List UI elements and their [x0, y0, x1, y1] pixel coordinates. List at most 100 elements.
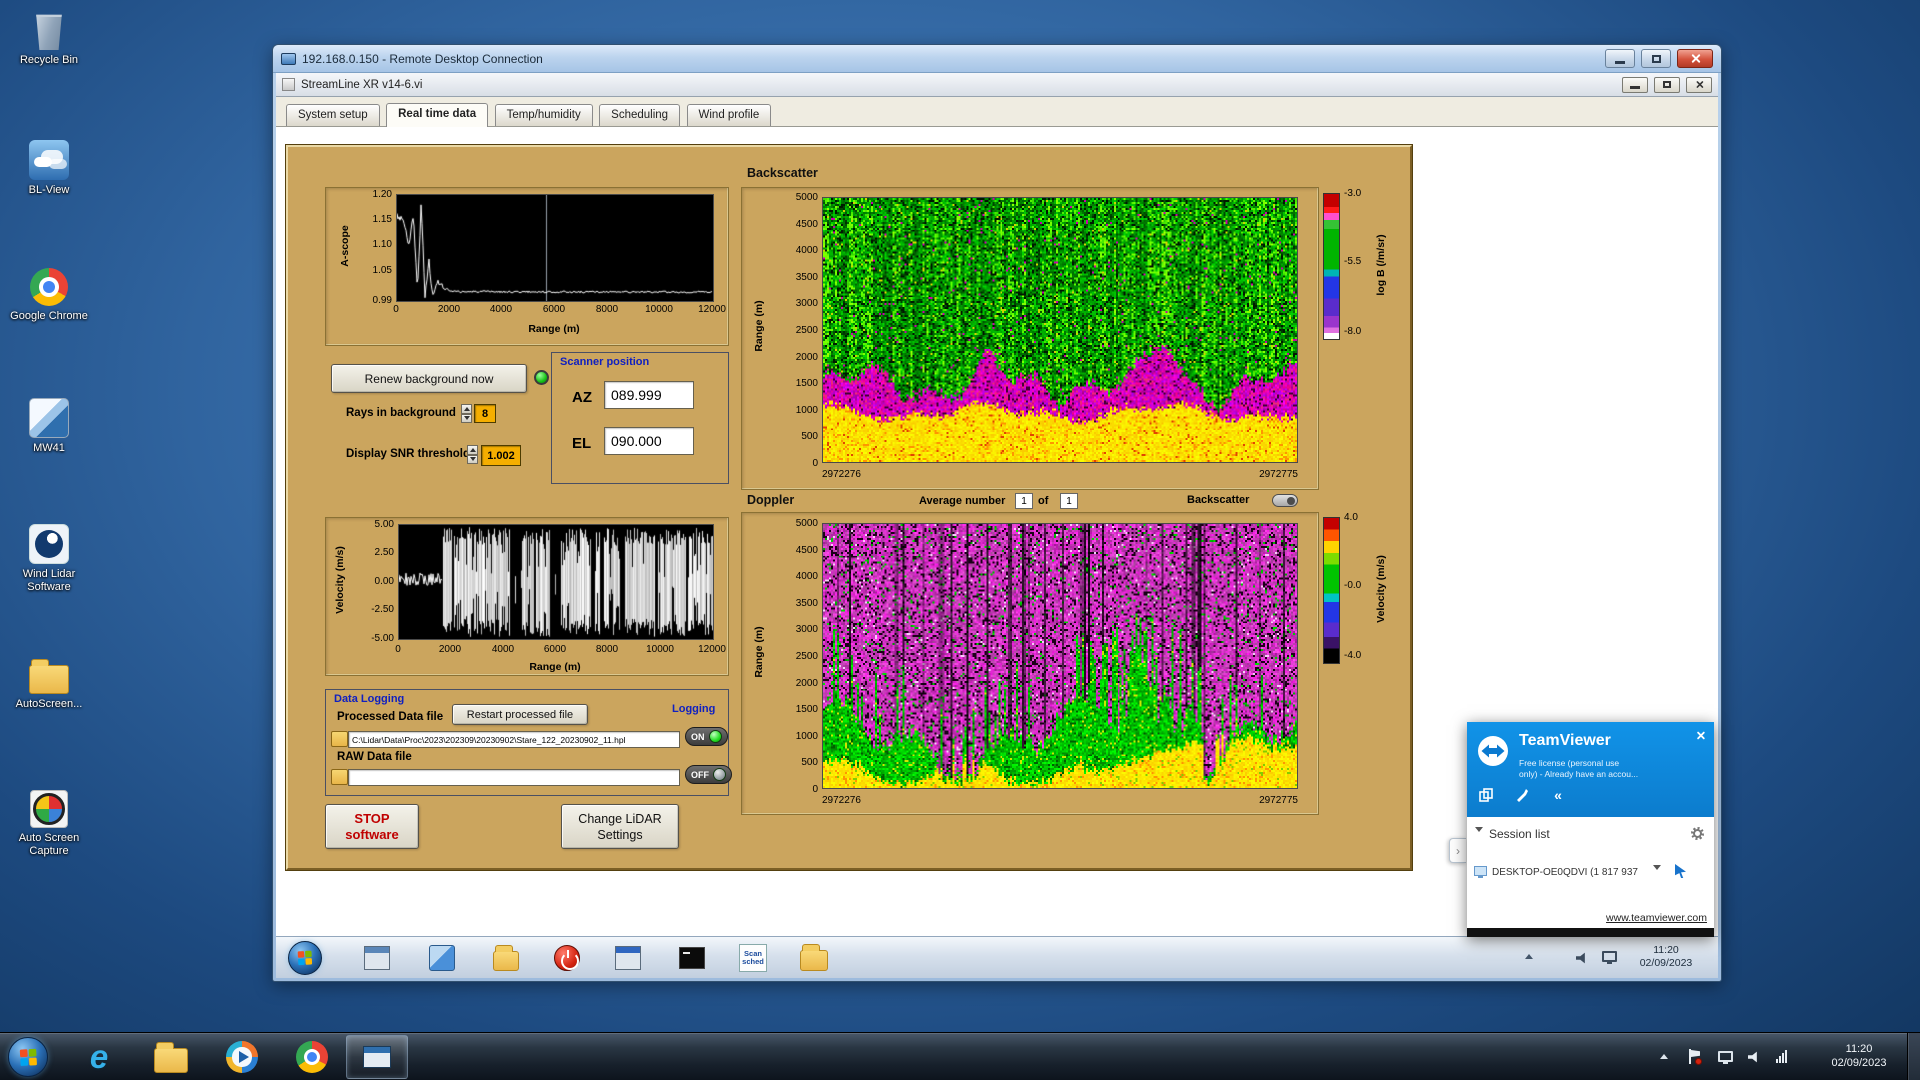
session-list-gear-icon[interactable]: [1691, 827, 1704, 840]
taskbar-clock[interactable]: 11:20 02/09/2023: [1816, 1042, 1902, 1070]
raw-logging-toggle[interactable]: OFF: [685, 765, 732, 784]
remote-clock-date: 02/09/2023: [1639, 957, 1693, 969]
desktop-icon-recycle-bin[interactable]: Recycle Bin: [2, 10, 96, 67]
average-total-field[interactable]: 1: [1060, 493, 1078, 509]
processed-path-browse-icon[interactable]: [331, 731, 348, 747]
backscatter-toggle[interactable]: [1272, 494, 1298, 507]
backscatter-colorbar-label: log B (/m/sr): [1375, 234, 1387, 296]
session-computer-row[interactable]: DESKTOP-OE0QDVI (1 817 937: [1467, 860, 1714, 888]
bs-x-start: 2972276: [822, 469, 861, 480]
off-label: OFF: [691, 769, 709, 780]
teamviewer-expand-tab[interactable]: ›: [1449, 838, 1466, 863]
app-close-button[interactable]: [1686, 76, 1712, 93]
start-button[interactable]: [8, 1037, 48, 1077]
raw-path-browse-icon[interactable]: [331, 769, 348, 785]
tab-real-time-data[interactable]: Real time data: [386, 103, 489, 127]
teamviewer-tools-icon[interactable]: [1511, 786, 1533, 804]
snr-threshold-label: Display SNR threshold: [346, 448, 470, 460]
teamviewer-sessions-icon[interactable]: [1475, 786, 1497, 804]
tab-temp-humidity[interactable]: Temp/humidity: [494, 104, 593, 126]
remote-display-icon[interactable]: [1602, 951, 1617, 964]
session-list-header[interactable]: Session list: [1489, 827, 1550, 841]
rays-value-field[interactable]: 8: [474, 404, 496, 423]
tray-expand-icon[interactable]: [1660, 1054, 1668, 1059]
minimize-button[interactable]: [1605, 49, 1635, 68]
backscatter-toggle-label: Backscatter: [1187, 494, 1250, 506]
remote-taskbar-folder-icon[interactable]: [491, 943, 521, 973]
app-restore-button[interactable]: [1654, 76, 1680, 93]
snr-spinner[interactable]: [467, 445, 478, 464]
stop-software-button[interactable]: STOP software: [325, 804, 419, 849]
az-value-field[interactable]: 089.999: [604, 381, 694, 409]
raw-path-field[interactable]: [348, 769, 680, 786]
tray-network-icon[interactable]: [1776, 1050, 1787, 1063]
backscatter-title: Backscatter: [747, 166, 818, 180]
media-player-icon: [226, 1041, 258, 1073]
remote-taskbar-explorer-icon[interactable]: [799, 943, 829, 973]
taskbar-ie-icon[interactable]: e: [76, 1037, 122, 1077]
teamviewer-link[interactable]: www.teamviewer.com: [1606, 912, 1707, 924]
remote-taskbar-system-icon[interactable]: [613, 943, 643, 973]
desktop-icon-label: Auto Screen Capture: [18, 832, 80, 857]
snr-value-field[interactable]: 1.002: [481, 445, 521, 466]
teamviewer-panel: TeamViewer Free license (personal use on…: [1467, 722, 1714, 937]
remote-taskbar-scan-sched-icon[interactable]: Scan sched: [738, 943, 768, 973]
desktop-icon-auto-screen-capture[interactable]: Auto Screen Capture: [2, 790, 96, 858]
app-minimize-button[interactable]: [1622, 76, 1648, 93]
recycle-bin-icon: [36, 14, 62, 50]
average-number-field[interactable]: 1: [1015, 493, 1033, 509]
el-value-field[interactable]: 090.000: [604, 427, 694, 455]
app-titlebar[interactable]: StreamLine XR v14-6.vi: [276, 73, 1718, 97]
rdp-titlebar[interactable]: 192.168.0.150 - Remote Desktop Connectio…: [273, 45, 1721, 73]
teamviewer-collapse-icon[interactable]: «: [1547, 786, 1569, 804]
tray-volume-icon[interactable]: [1748, 1051, 1761, 1063]
remote-taskbar-clock[interactable]: 11:20 02/09/2023: [1628, 944, 1704, 970]
remote-start-button[interactable]: [288, 941, 322, 975]
bs-ytick: 4000: [795, 245, 818, 256]
tray-display-icon[interactable]: [1718, 1051, 1733, 1064]
tray-flag-icon[interactable]: [1688, 1049, 1702, 1065]
remote-volume-icon[interactable]: [1576, 952, 1589, 964]
computer-dropdown-icon[interactable]: [1653, 865, 1661, 888]
off-lamp-icon: [713, 768, 726, 781]
remote-taskbar-mw41-icon[interactable]: [427, 943, 457, 973]
remote-taskbar-console-icon[interactable]: [362, 943, 392, 973]
taskbar-explorer-icon[interactable]: [148, 1037, 194, 1077]
scanner-position-group: Scanner position AZ 089.999 EL 090.000: [551, 352, 729, 484]
rays-spinner[interactable]: [461, 404, 472, 423]
app-icon: [282, 78, 295, 91]
desktop-icon-bl-view[interactable]: BL-View: [2, 140, 96, 197]
processed-logging-toggle[interactable]: ON: [685, 727, 728, 746]
dp-ytick: 5000: [795, 518, 818, 529]
desktop-icon-mw41[interactable]: MW41: [2, 398, 96, 455]
remote-taskbar-cmd-icon[interactable]: [677, 943, 707, 973]
doppler-colorbar-label: Velocity (m/s): [1375, 555, 1387, 623]
change-lidar-settings-button[interactable]: Change LiDAR Settings: [561, 804, 679, 849]
teamviewer-close-icon[interactable]: [1695, 730, 1706, 741]
show-desktop-button[interactable]: [1907, 1033, 1920, 1080]
desktop-icon-wind-lidar[interactable]: Wind Lidar Software: [2, 524, 96, 594]
close-button[interactable]: [1677, 49, 1713, 68]
dp-ytick: 500: [801, 757, 818, 768]
restart-processed-file-button[interactable]: Restart processed file: [452, 704, 588, 725]
processed-path-field[interactable]: C:\Lidar\Data\Proc\2023\202309\20230902\…: [348, 731, 680, 748]
desktop-icon-autoscreen[interactable]: AutoScreen...: [2, 656, 96, 711]
session-list-expander-icon[interactable]: [1475, 827, 1483, 850]
taskbar-rdp-button[interactable]: [346, 1035, 408, 1079]
alert-badge: [1695, 1058, 1702, 1065]
tab-wind-profile[interactable]: Wind profile: [686, 104, 772, 126]
desktop-icon-google-chrome[interactable]: Google Chrome: [2, 268, 96, 323]
taskbar-chrome-icon[interactable]: [289, 1037, 335, 1077]
tab-system-setup[interactable]: System setup: [286, 104, 380, 126]
remote-taskbar-power-icon[interactable]: [552, 943, 582, 973]
maximize-button[interactable]: [1641, 49, 1671, 68]
renew-background-button[interactable]: Renew background now: [331, 364, 527, 393]
remote-tray-expand-icon[interactable]: [1525, 954, 1533, 959]
dp-ytick: 3500: [795, 598, 818, 609]
ascope-xtick: 12000: [698, 304, 726, 315]
taskbar-wmp-icon[interactable]: [219, 1037, 265, 1077]
teamviewer-connect-cursor-icon[interactable]: [1675, 864, 1686, 878]
tab-scheduling[interactable]: Scheduling: [599, 104, 681, 126]
vel-ytick: -5.00: [371, 633, 394, 644]
ie-logo-icon: e: [89, 1038, 109, 1075]
